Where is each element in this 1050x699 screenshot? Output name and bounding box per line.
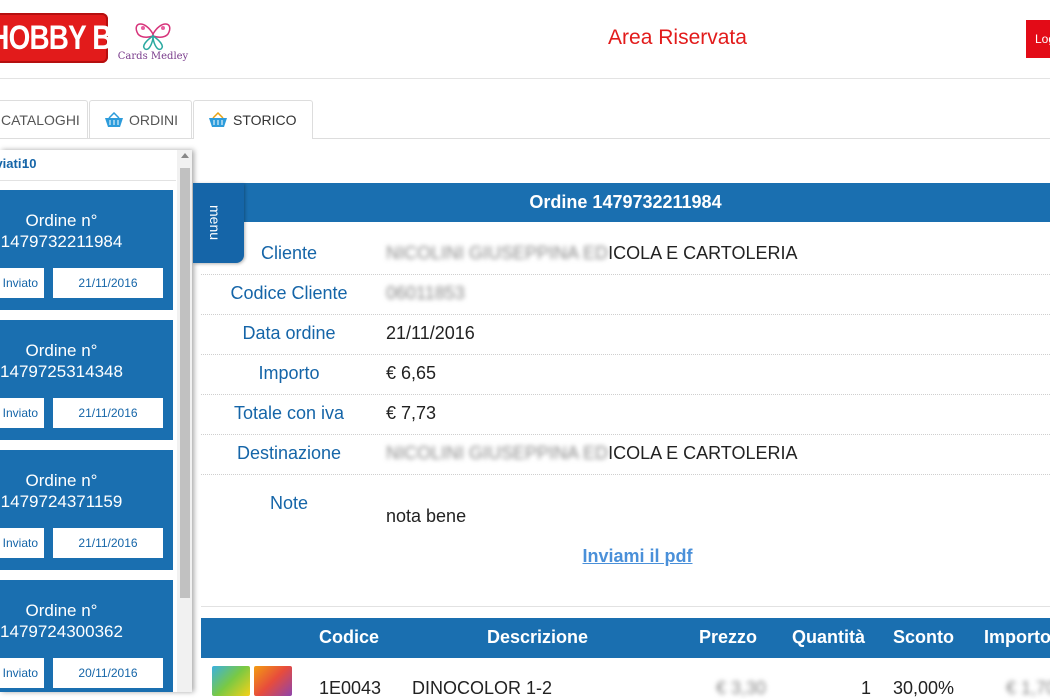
field-importo: Importo € 6,65 <box>201 354 1050 395</box>
cards-medley-logo[interactable]: Cards Medley <box>117 16 189 66</box>
order-detail-title: Ordine 1479732211984 <box>201 183 1050 222</box>
divider <box>201 606 1050 607</box>
send-pdf-link[interactable]: Inviami il pdf <box>560 546 715 567</box>
basket-icon <box>209 111 227 127</box>
column-header-prezzo: Prezzo <box>699 627 758 647</box>
column-header-sconto: Sconto <box>893 627 954 647</box>
field-value: 21/11/2016 <box>386 323 475 343</box>
menu-toggle-label: menu <box>207 205 223 241</box>
header: HOBBY BOOK Cards Medley Area Riservata L… <box>0 0 1050 79</box>
order-card-title: Ordine n° 1479724371159 <box>0 471 123 511</box>
logout-button[interactable]: Logout <box>1026 20 1050 58</box>
page-title: Area Riservata <box>608 26 747 49</box>
orders-count: Ordini inviati: 10 <box>0 150 176 181</box>
cell-prezzo: € 3,30 <box>716 678 767 698</box>
tab-label: STORICO <box>233 112 297 128</box>
cell-importo: € 1,70 <box>1006 678 1050 698</box>
orders-count-value: 10 <box>22 156 37 171</box>
order-status: Inviato <box>0 398 44 428</box>
order-card[interactable]: Ordine n° 1479725314348 Inviato 21/11/201… <box>0 320 173 440</box>
column-header-descrizione: Descrizione <box>487 627 589 647</box>
cell-sconto: 30,00% <box>893 678 955 698</box>
column-header-quantita: Quantità <box>792 627 866 647</box>
tab-ordini[interactable]: ORDINI <box>89 100 192 138</box>
field-value: NICOLINI GIUSEPPINA EDICOLA E CARTOLERIA <box>386 443 798 463</box>
hobby-book-logo[interactable]: HOBBY BOOK <box>0 13 108 63</box>
field-value: € 6,65 <box>386 363 437 383</box>
field-value: € 7,73 <box>386 403 437 423</box>
column-header-codice: Codice <box>319 627 380 647</box>
field-value: NICOLINI GIUSEPPINA EDICOLA E CARTOLERIA <box>386 243 798 263</box>
column-header-importo: Importo <box>984 627 1050 647</box>
order-card[interactable]: Ordine n° 1479732211984 Inviato 21/11/201… <box>0 190 173 310</box>
basket-icon <box>105 111 123 127</box>
field-codice-cliente: Codice Cliente 06011853 <box>201 274 1050 315</box>
cell-codice: 1E0043 <box>319 678 382 698</box>
tab-label: ORDINI <box>129 112 178 128</box>
note-value: nota bene <box>386 506 467 526</box>
order-card[interactable]: Ordine n° 1479724371159 Inviato 21/11/201… <box>0 450 173 570</box>
order-date: 20/11/2016 <box>53 658 163 688</box>
table-row[interactable]: 1E0043 DINOCOLOR 1-2 € 3,30 1 30,00% € 1… <box>201 658 1050 698</box>
field-label: Totale con iva <box>233 403 345 423</box>
menu-toggle-button[interactable]: menu <box>193 183 244 263</box>
field-note: Note nota bene <box>201 474 1050 544</box>
field-label: Note <box>269 493 309 513</box>
field-value: 06011853 <box>386 283 465 303</box>
main-tabs: CATALOGHI ORDINI STORICO <box>0 100 1050 139</box>
orders-sidebar: Ordini inviati: 10 Ordine n°147973221198… <box>0 150 192 692</box>
order-date: 21/11/2016 <box>53 268 163 298</box>
order-status: Inviato <box>0 658 44 688</box>
field-destinazione: Destinazione NICOLINI GIUSEPPINA EDICOLA… <box>201 434 1050 475</box>
cell-descrizione: DINOCOLOR 1-2 <box>412 678 553 698</box>
order-date: 21/11/2016 <box>53 528 163 558</box>
field-label: Importo <box>258 363 320 383</box>
field-label: Data ordine <box>242 323 336 343</box>
tab-cataloghi[interactable]: CATALOGHI <box>0 100 88 138</box>
sidebar-scroll-thumb[interactable] <box>180 168 190 598</box>
order-card-title: Ordine n° 1479724300362 <box>0 601 123 641</box>
order-card[interactable]: Ordine n° 1479724300362 Inviato 20/11/201… <box>0 580 173 692</box>
cards-medley-text: Cards Medley <box>117 51 189 62</box>
field-label: Codice Cliente <box>230 283 348 303</box>
field-cliente: Cliente NICOLINI GIUSEPPINA EDICOLA E CA… <box>201 234 1050 275</box>
order-status: Inviato <box>0 528 44 558</box>
field-label: Destinazione <box>236 443 342 463</box>
order-status: Inviato <box>0 268 44 298</box>
tab-storico[interactable]: STORICO <box>193 100 313 139</box>
butterfly-icon <box>135 23 171 51</box>
tab-label: CATALOGHI <box>1 112 80 128</box>
order-date: 21/11/2016 <box>53 398 163 428</box>
order-card-title: Ordine n° 1479732211984 <box>0 211 123 251</box>
order-card-title: Ordine n° 1479725314348 <box>0 341 123 381</box>
field-data-ordine: Data ordine 21/11/2016 <box>201 314 1050 355</box>
cell-quantita: 1 <box>861 678 872 698</box>
scroll-up-arrow-icon[interactable] <box>181 153 189 158</box>
items-table-header: Codice Descrizione Prezzo Quantità Scont… <box>201 618 1050 658</box>
field-totale-con-iva: Totale con iva € 7,73 <box>201 394 1050 435</box>
